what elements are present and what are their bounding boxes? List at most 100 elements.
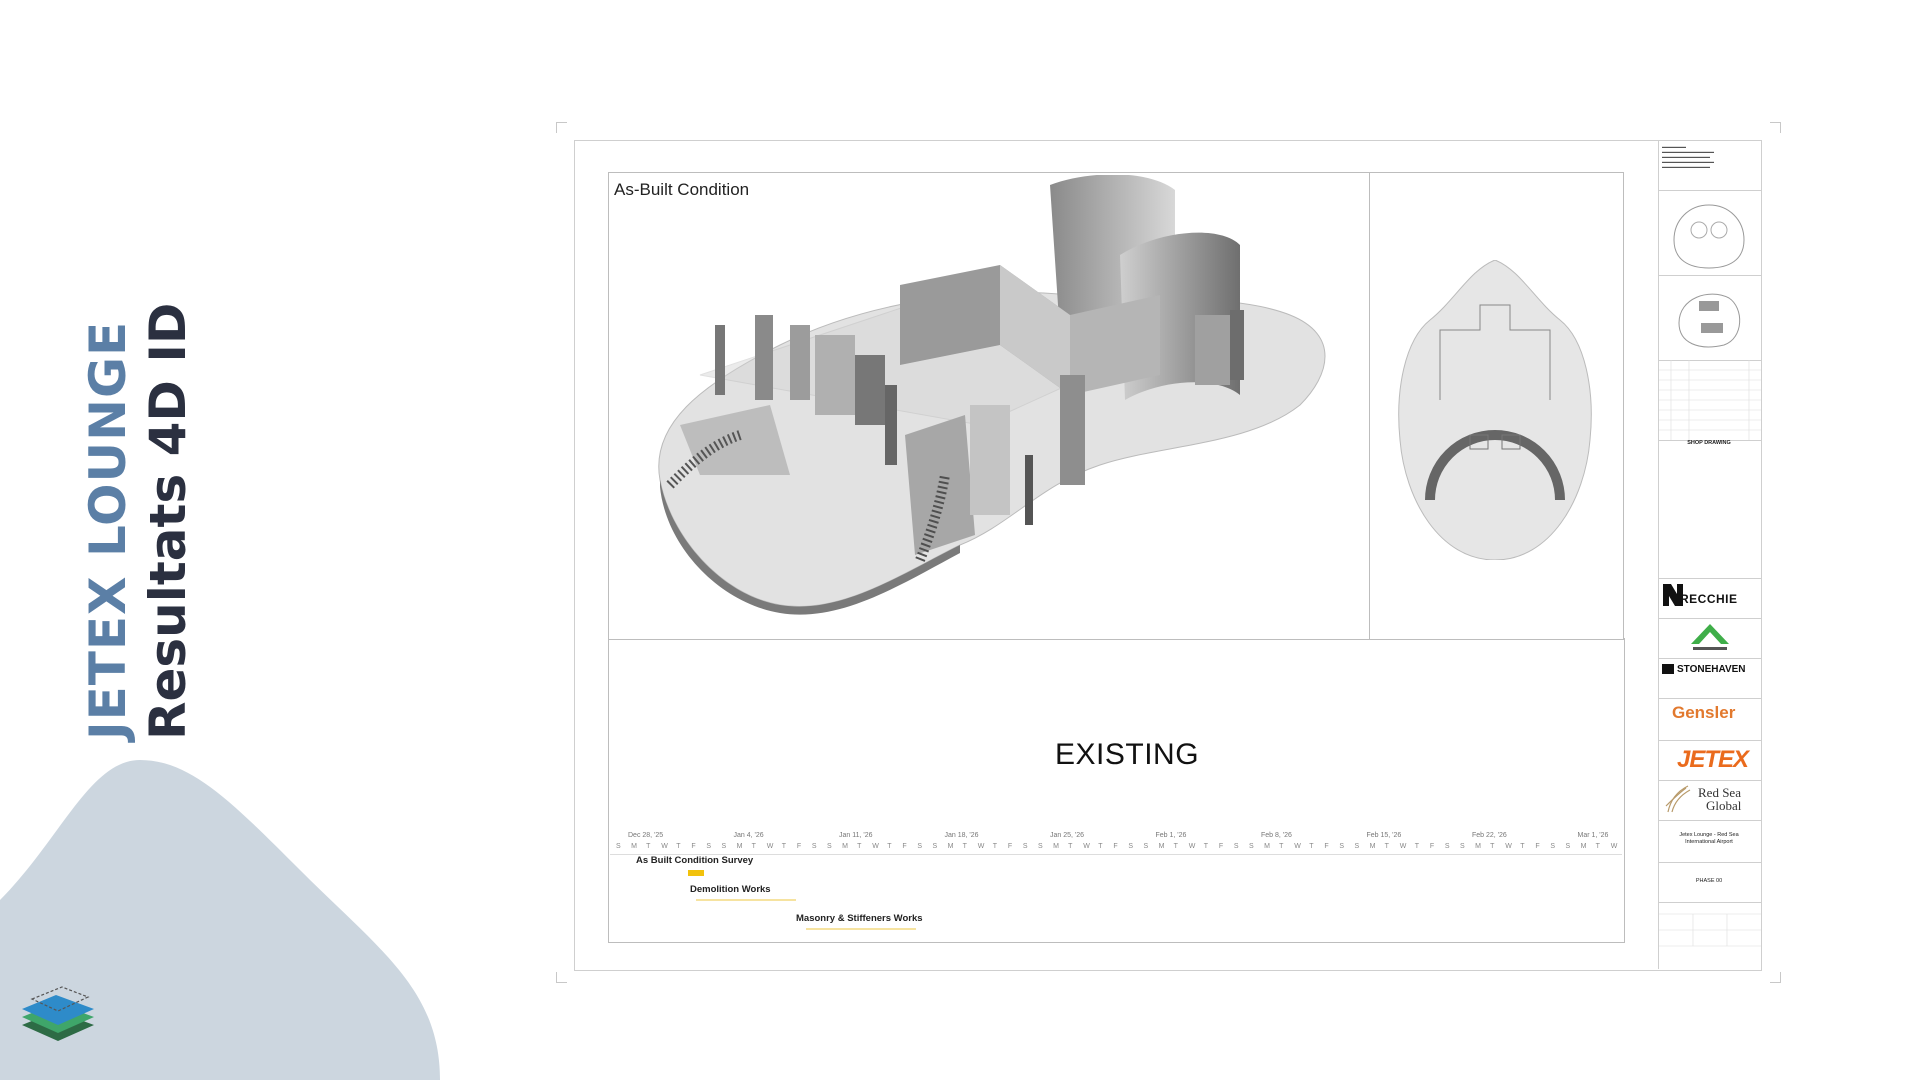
gantt-day-letter: S (1249, 843, 1254, 850)
gantt-day-letter: T (751, 843, 756, 850)
gantt-day-header: SMTWTFSSMTWTFSSMTWTFSSMTWTFSSMTWTFSSMTWT… (610, 842, 1622, 855)
gantt-day-letter: S (1460, 843, 1465, 850)
phase-label: PHASE 00 (1695, 878, 1723, 884)
gantt-day-letter: T (646, 843, 651, 850)
consultant-name: STONEHAVEN (1677, 664, 1746, 675)
gantt-day-letter: F (1535, 843, 1540, 850)
drawing-number-cell (1659, 902, 1761, 969)
gantt-day-letter: S (1038, 843, 1043, 850)
isometric-model-view (658, 175, 1326, 615)
location-plan-cell (1659, 275, 1761, 361)
gantt-day-letter: M (1053, 843, 1059, 850)
gantt-day-letter: M (1158, 843, 1165, 850)
task-label: Masonry & Stiffeners Works (796, 913, 923, 924)
gantt-day-letter: T (1098, 843, 1103, 850)
stonehaven-logo-icon (1662, 664, 1674, 674)
gantt-week-label: Jan 11, '26 (839, 832, 873, 839)
gantt-day-letter: T (1520, 843, 1525, 850)
gantt-day-letter: W (977, 843, 985, 850)
gantt-week-label: Jan 18, '26 (944, 832, 979, 839)
drawing-status-cell (1659, 440, 1761, 579)
gantt-week-header: Dec 28, '25 Jan 4, '26 Jan 11, '26 Jan 18, … (610, 830, 1622, 842)
location-plan-icon (1678, 293, 1741, 348)
gantt-day-letter: F (1429, 843, 1435, 850)
layers-logo-icon (22, 986, 94, 1041)
gantt-day-letter: S (1550, 843, 1556, 850)
gantt-day-letter: S (706, 843, 712, 850)
gantt-day-letter: T (1173, 843, 1178, 850)
gantt-week-label: Feb 22, '26 (1472, 832, 1507, 839)
gantt-day-letter: T (1068, 843, 1073, 850)
contractor-name: RECCHIE (1680, 592, 1738, 606)
gantt-day-letter: F (1113, 843, 1118, 850)
gantt-weekend-column (1022, 855, 1054, 942)
gantt-day-letter: F (691, 843, 696, 850)
gantt-day-letter: W (661, 843, 668, 850)
sheet-corner-mark (1770, 972, 1781, 983)
task-label: As Built Condition Survey (636, 855, 754, 866)
gantt-day-letter: S (1565, 843, 1571, 850)
gantt-body: As Built Condition Survey Demolition Wor… (610, 855, 1622, 942)
gantt-day-letter: T (992, 843, 998, 850)
sheet-corner-mark (1770, 122, 1781, 133)
designer-name: Gensler (1672, 703, 1736, 722)
gantt-day-letter: S (721, 843, 727, 850)
gantt-day-letter: F (796, 843, 802, 850)
key-plan-icon (1673, 204, 1745, 269)
gantt-week-label: Feb 15, '26 (1366, 832, 1402, 839)
gantt-day-letter: S (917, 843, 923, 850)
gantt-day-letter: S (1444, 843, 1450, 850)
gantt-day-letter: M (1475, 843, 1481, 850)
gantt-day-letter: M (1264, 843, 1270, 850)
task-label: Demolition Works (690, 884, 771, 895)
gantt-day-letter: M (1369, 843, 1376, 850)
task-bar (688, 870, 704, 876)
sheet-corner-mark (556, 122, 567, 133)
vertical-title: JETEX LOUNGE Resultats 4D ID (78, 303, 198, 740)
floor-plan-view (1398, 260, 1592, 560)
gantt-day-letter: W (1083, 843, 1090, 850)
gantt-week-label: Dec 28, '25 (628, 832, 664, 839)
client-name: JETEX (1677, 746, 1749, 773)
revision-table (1659, 360, 1761, 441)
project-line-1: Jetex Lounge - Red Sea (1679, 832, 1739, 838)
project-line-2: International Airport (1685, 839, 1733, 845)
gantt-day-letter: W (1399, 843, 1407, 850)
gantt-day-letter: W (1505, 843, 1512, 850)
gantt-week-label: Mar 1, '26 (1577, 832, 1609, 839)
gantt-day-letter: T (887, 843, 892, 850)
gantt-day-letter: M (947, 843, 954, 850)
gantt-day-letter: S (1143, 843, 1149, 850)
gantt-chart: Dec 28, '25 Jan 4, '26 Jan 11, '26 Jan 18, … (610, 830, 1622, 942)
gantt-day-letter: W (872, 843, 879, 850)
gantt-day-letter: F (902, 843, 907, 850)
general-notes-cell: ▬▬▬▬▬▬ ▬▬▬▬▬▬▬▬▬▬▬▬▬ ▬▬▬▬▬▬▬▬▬▬▬▬ ▬▬▬▬▬▬▬▬▬… (1659, 140, 1761, 191)
gantt-day-letter: T (1490, 843, 1495, 850)
gantt-weekend-column (1339, 855, 1370, 942)
gantt-week-label: Jan 4, '26 (733, 832, 764, 839)
gantt-day-letter: M (842, 843, 848, 850)
arabic-company-logo-icon (1691, 624, 1729, 650)
gantt-day-letter: T (781, 843, 787, 850)
sub-contractor-cell (1659, 618, 1761, 659)
gantt-weekend-column (1550, 855, 1581, 942)
gantt-day-letter: M (736, 843, 743, 850)
gantt-day-letter: F (1218, 843, 1224, 850)
gantt-day-letter: T (857, 843, 862, 850)
gantt-weekend-column (1233, 855, 1265, 942)
red-sea-logo-icon (1665, 785, 1691, 813)
gantt-day-letter: W (766, 843, 774, 850)
task-bar (696, 899, 796, 901)
gantt-week-label: Feb 1, '26 (1155, 832, 1187, 839)
gantt-weekend-column (1128, 855, 1159, 942)
title-line-1: JETEX LOUNGE (79, 320, 137, 740)
gantt-day-letter: S (616, 843, 621, 850)
owner-name: Red Sea Global (1698, 786, 1741, 812)
title-line-2: Resultats 4D ID (139, 302, 197, 740)
sheet-type-label: SHOP DRAWING (1687, 440, 1731, 446)
gantt-day-letter: S (932, 843, 938, 850)
gantt-day-letter: M (631, 843, 637, 850)
gantt-day-letter: W (1610, 843, 1618, 850)
existing-label: EXISTING (1055, 738, 1200, 771)
gantt-day-letter: T (1279, 843, 1284, 850)
